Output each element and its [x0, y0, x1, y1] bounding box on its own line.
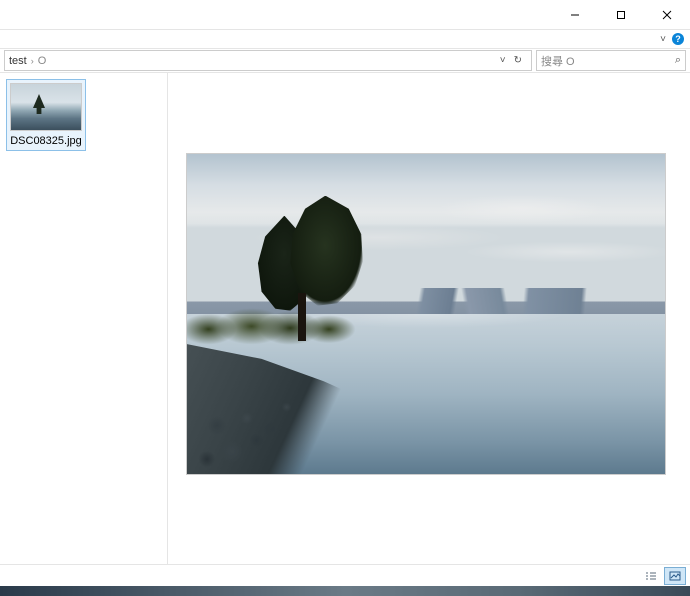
maximize-button[interactable] — [598, 0, 644, 30]
chevron-right-icon: › — [31, 56, 34, 66]
file-list-pane[interactable]: DSC08325.jpg — [0, 73, 168, 564]
preview-image — [186, 153, 666, 475]
preview-pane — [168, 73, 690, 564]
file-thumbnail — [10, 83, 82, 131]
search-placeholder: 搜尋 O — [541, 53, 575, 69]
breadcrumb-segment[interactable]: O — [38, 55, 47, 67]
status-bar — [0, 564, 690, 586]
search-icon[interactable]: ⌕ — [675, 54, 681, 67]
breadcrumb[interactable]: test › O ˅ ↻ — [4, 50, 532, 71]
address-actions: ˅ ↻ — [495, 55, 527, 66]
content-area: DSC08325.jpg — [0, 73, 690, 564]
help-icon[interactable]: ? — [672, 33, 684, 45]
history-dropdown-icon[interactable]: ˅ — [497, 55, 509, 66]
view-details-button[interactable] — [640, 567, 662, 585]
search-input[interactable]: 搜尋 O ⌕ — [536, 50, 686, 71]
ribbon-expand-icon[interactable]: ˅ — [660, 34, 666, 45]
breadcrumb-segment[interactable]: test — [9, 55, 27, 67]
ribbon-row: ˅ ? — [0, 30, 690, 48]
desktop-background-strip — [0, 586, 690, 596]
minimize-button[interactable] — [552, 0, 598, 30]
file-item[interactable]: DSC08325.jpg — [6, 79, 86, 151]
address-bar: test › O ˅ ↻ 搜尋 O ⌕ — [0, 48, 690, 73]
refresh-icon[interactable]: ↻ — [511, 55, 525, 66]
close-button[interactable] — [644, 0, 690, 30]
file-name-label: DSC08325.jpg — [10, 135, 82, 147]
titlebar — [0, 0, 690, 30]
view-thumbnails-button[interactable] — [664, 567, 686, 585]
